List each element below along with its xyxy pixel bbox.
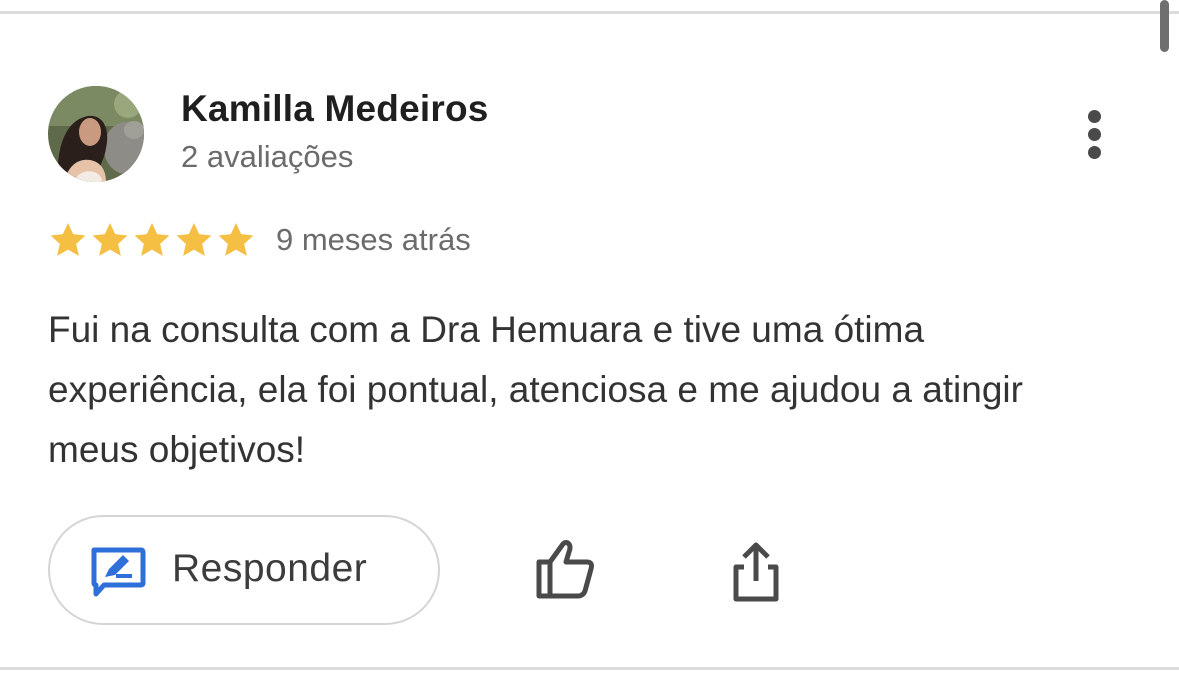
reply-label: Responder — [172, 547, 368, 590]
star-rating — [47, 220, 257, 260]
reviewer-name[interactable]: Kamilla Medeiros — [181, 88, 489, 130]
star-icon — [50, 223, 86, 256]
top-divider — [0, 11, 1179, 14]
avatar[interactable] — [48, 86, 144, 182]
star-icon — [218, 223, 254, 256]
review-date: 9 meses atrás — [276, 222, 471, 257]
review-card: Kamilla Medeiros 2 avaliações 9 meses at… — [0, 0, 1179, 674]
more-options-button[interactable] — [1072, 106, 1120, 162]
bottom-divider — [0, 667, 1179, 670]
review-count: 2 avaliações — [181, 139, 354, 174]
more-vert-icon — [1088, 110, 1101, 123]
reply-button[interactable]: Responder — [48, 515, 440, 625]
share-icon — [733, 542, 779, 602]
share-button[interactable] — [728, 541, 784, 603]
star-icon — [92, 223, 128, 256]
star-icon — [134, 223, 170, 256]
like-button[interactable] — [533, 538, 599, 600]
scrollbar[interactable] — [1160, 0, 1169, 52]
thumb-up-icon — [536, 540, 594, 599]
star-icon — [176, 223, 212, 256]
reply-icon — [91, 547, 146, 597]
review-text: Fui na consulta com a Dra Hemuara e tive… — [48, 309, 1023, 470]
